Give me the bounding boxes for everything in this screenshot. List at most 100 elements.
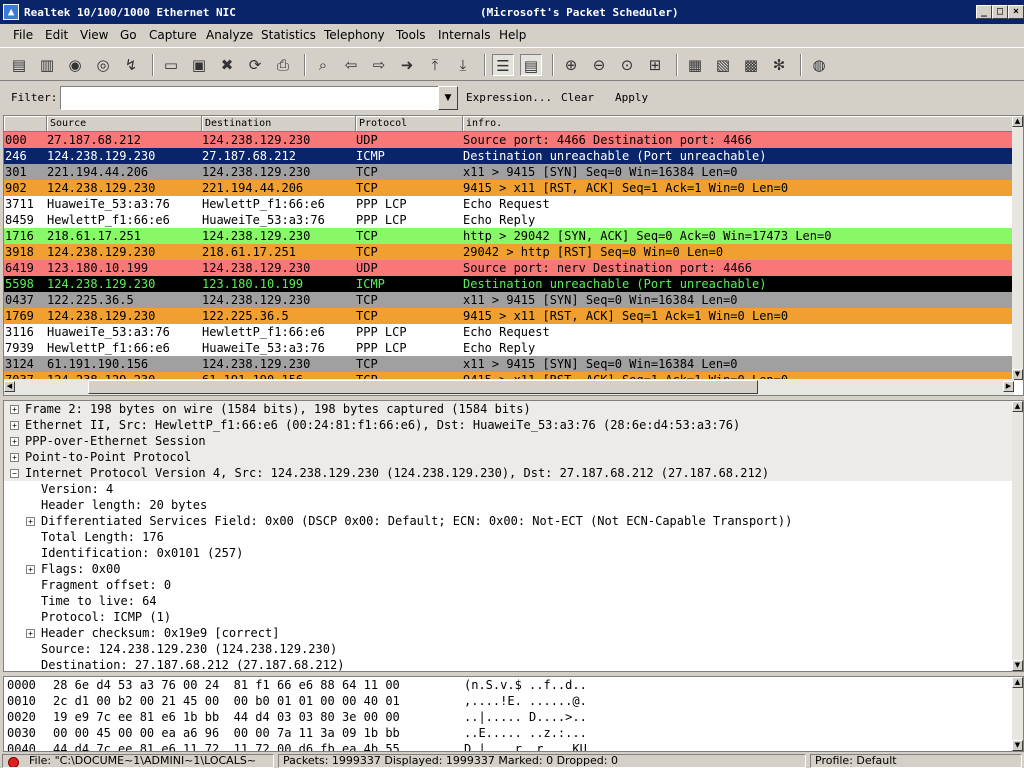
minimize-icon[interactable]: _ (976, 5, 992, 19)
packet-row[interactable]: 000 27.187.68.212 124.238.129.230 UDP Source… (4, 132, 1014, 148)
maximize-icon[interactable]: □ (992, 5, 1008, 19)
scroll-left-icon[interactable]: ◀ (4, 381, 15, 392)
go-forward-icon[interactable]: ⇨ (368, 54, 390, 76)
scroll-down-icon[interactable]: ▼ (1012, 660, 1023, 671)
packet-row[interactable]: 5598 124.238.129.230 123.180.10.199 ICMP Des… (4, 276, 1014, 292)
expand-icon[interactable]: + (26, 629, 35, 638)
scroll-up-icon[interactable]: ▲ (1012, 116, 1023, 127)
hscroll-thumb[interactable] (88, 380, 758, 394)
help-icon[interactable]: ◍ (808, 54, 830, 76)
expand-icon[interactable]: + (10, 453, 19, 462)
menu-edit[interactable]: Edit (45, 28, 68, 42)
packet-list-hscrollbar[interactable]: ◀ ▶ (4, 379, 1014, 395)
details-vscrollbar[interactable]: ▲ ▼ (1012, 401, 1023, 671)
menu-file[interactable]: File (13, 28, 33, 42)
detail-row[interactable]: Version: 4 (4, 481, 1023, 497)
packet-row[interactable]: 3116 HuaweiTe_53:a3:76 HewlettP_f1:66:e6 PP… (4, 324, 1014, 340)
detail-row[interactable]: Source: 124.238.129.230 (124.238.129.230… (4, 641, 1023, 657)
detail-row[interactable]: Identification: 0x0101 (257) (4, 545, 1023, 561)
menu-capture[interactable]: Capture (149, 28, 197, 42)
close-icon[interactable]: × (1008, 5, 1024, 19)
auto-scroll-icon[interactable]: ▤ (520, 54, 542, 76)
go-back-icon[interactable]: ⇦ (340, 54, 362, 76)
detail-row[interactable]: Fragment offset: 0 (4, 577, 1023, 593)
packet-list-vscrollbar[interactable]: ▲ ▼ (1012, 116, 1023, 380)
menu-go[interactable]: Go (120, 28, 137, 42)
column-header-source[interactable]: Source (47, 116, 202, 132)
detail-row[interactable]: + Point-to-Point Protocol (4, 449, 1023, 465)
menu-help[interactable]: Help (499, 28, 526, 42)
clear-button[interactable]: Clear (561, 91, 594, 104)
scroll-up-icon[interactable]: ▲ (1012, 677, 1023, 688)
packet-row[interactable]: 0437 122.225.36.5 124.238.129.230 TCP x11 > … (4, 292, 1014, 308)
detail-row[interactable]: + Header checksum: 0x19e9 [correct] (4, 625, 1023, 641)
zoom-normal-icon[interactable]: ⊙ (616, 54, 638, 76)
go-last-icon[interactable]: ⤓ (452, 54, 474, 76)
hex-vscrollbar[interactable]: ▲ ▼ (1012, 677, 1023, 751)
column-header-info[interactable]: infro. (463, 116, 1014, 132)
menu-analyze[interactable]: Analyze (206, 28, 253, 42)
menu-internals[interactable]: Internals (438, 28, 491, 42)
expert-info-icon[interactable] (8, 757, 19, 767)
stop-capture-icon[interactable]: ◎ (92, 54, 114, 76)
packet-row[interactable]: 6419 123.180.10.199 124.238.129.230 UDP Sour… (4, 260, 1014, 276)
collapse-icon[interactable]: − (10, 469, 19, 478)
print-icon[interactable]: ⎙ (272, 54, 294, 76)
colorize-icon[interactable]: ☰ (492, 54, 514, 76)
detail-row[interactable]: + Frame 2: 198 bytes on wire (1584 bits),… (4, 401, 1023, 417)
detail-row[interactable]: − Internet Protocol Version 4, Src: 124.2… (4, 465, 1023, 481)
expand-icon[interactable]: + (26, 565, 35, 574)
detail-row[interactable]: + Flags: 0x00 (4, 561, 1023, 577)
detail-row[interactable]: Protocol: ICMP (1) (4, 609, 1023, 625)
restart-capture-icon[interactable]: ↯ (120, 54, 142, 76)
go-first-icon[interactable]: ⤒ (424, 54, 446, 76)
scroll-down-icon[interactable]: ▼ (1012, 740, 1023, 751)
capture-filters-icon[interactable]: ▦ (684, 54, 706, 76)
column-header-destination[interactable]: Destination (202, 116, 356, 132)
filter-input[interactable] (60, 86, 439, 110)
status-profile[interactable]: Profile: Default (810, 754, 1022, 768)
hex-row[interactable]: 0020 19 e9 7c ee 81 e6 1b bb 44 d4 03 03 … (4, 709, 1023, 725)
coloring-rules-icon[interactable]: ▩ (740, 54, 762, 76)
zoom-in-icon[interactable]: ⊕ (560, 54, 582, 76)
detail-row[interactable]: Time to live: 64 (4, 593, 1023, 609)
hex-row[interactable]: 0030 00 00 45 00 00 ea a6 96 00 00 7a 11 … (4, 725, 1023, 741)
packet-row[interactable]: 902 124.238.129.230 221.194.44.206 TCP 9415 … (4, 180, 1014, 196)
expand-icon[interactable]: + (10, 421, 19, 430)
packet-row[interactable]: 7939 HewlettP_f1:66:e6 HuaweiTe_53:a3:76 PP… (4, 340, 1014, 356)
close-file-icon[interactable]: ✖ (216, 54, 238, 76)
hex-row[interactable]: 0010 2c d1 00 b2 00 21 45 00 00 b0 01 01 … (4, 693, 1023, 709)
expand-icon[interactable]: + (10, 405, 19, 414)
detail-row[interactable]: + Ethernet II, Src: HewlettP_f1:66:e6 (00… (4, 417, 1023, 433)
detail-row[interactable]: Destination: 27.187.68.212 (27.187.68.21… (4, 657, 1023, 671)
detail-row[interactable]: Header length: 20 bytes (4, 497, 1023, 513)
expand-icon[interactable]: + (10, 437, 19, 446)
packet-row[interactable]: 246 124.238.129.230 27.187.68.212 ICMP Desti… (4, 148, 1014, 164)
menu-statistics[interactable]: Statistics (261, 28, 316, 42)
start-capture-icon[interactable]: ◉ (64, 54, 86, 76)
packet-row[interactable]: 3918 124.238.129.230 218.61.17.251 TCP 29042… (4, 244, 1014, 260)
scroll-up-icon[interactable]: ▲ (1012, 401, 1023, 412)
menu-view[interactable]: View (80, 28, 108, 42)
go-to-packet-icon[interactable]: ➜ (396, 54, 418, 76)
column-header-protocol[interactable]: Protocol (356, 116, 463, 132)
expression-button[interactable]: Expression... (466, 91, 552, 104)
expand-icon[interactable]: + (26, 517, 35, 526)
menu-telephony[interactable]: Telephony (324, 28, 385, 42)
resize-columns-icon[interactable]: ⊞ (644, 54, 666, 76)
packet-row[interactable]: 8459 HewlettP_f1:66:e6 HuaweiTe_53:a3:76 PP… (4, 212, 1014, 228)
menu-tools[interactable]: Tools (396, 28, 426, 42)
packet-row[interactable]: 3711 HuaweiTe_53:a3:76 HewlettP_f1:66:e6 PP… (4, 196, 1014, 212)
packet-row[interactable]: 301 221.194.44.206 124.238.129.230 TCP x11 >… (4, 164, 1014, 180)
interfaces-icon[interactable]: ▤ (8, 54, 30, 76)
apply-button[interactable]: Apply (615, 91, 648, 104)
display-filters-icon[interactable]: ▧ (712, 54, 734, 76)
packet-row[interactable]: 1716 218.61.17.251 124.238.129.230 TCP http … (4, 228, 1014, 244)
hex-row[interactable]: 0000 28 6e d4 53 a3 76 00 24 81 f1 66 e6 … (4, 677, 1023, 693)
save-file-icon[interactable]: ▣ (188, 54, 210, 76)
detail-row[interactable]: + Differentiated Services Field: 0x00 (DS… (4, 513, 1023, 529)
detail-row[interactable]: + PPP-over-Ethernet Session (4, 433, 1023, 449)
column-header-no[interactable] (4, 116, 47, 132)
capture-options-icon[interactable]: ▥ (36, 54, 58, 76)
hex-row[interactable]: 0040 44 d4 7c ee 81 e6 11 72 11 72 00 d6 … (4, 741, 1023, 751)
